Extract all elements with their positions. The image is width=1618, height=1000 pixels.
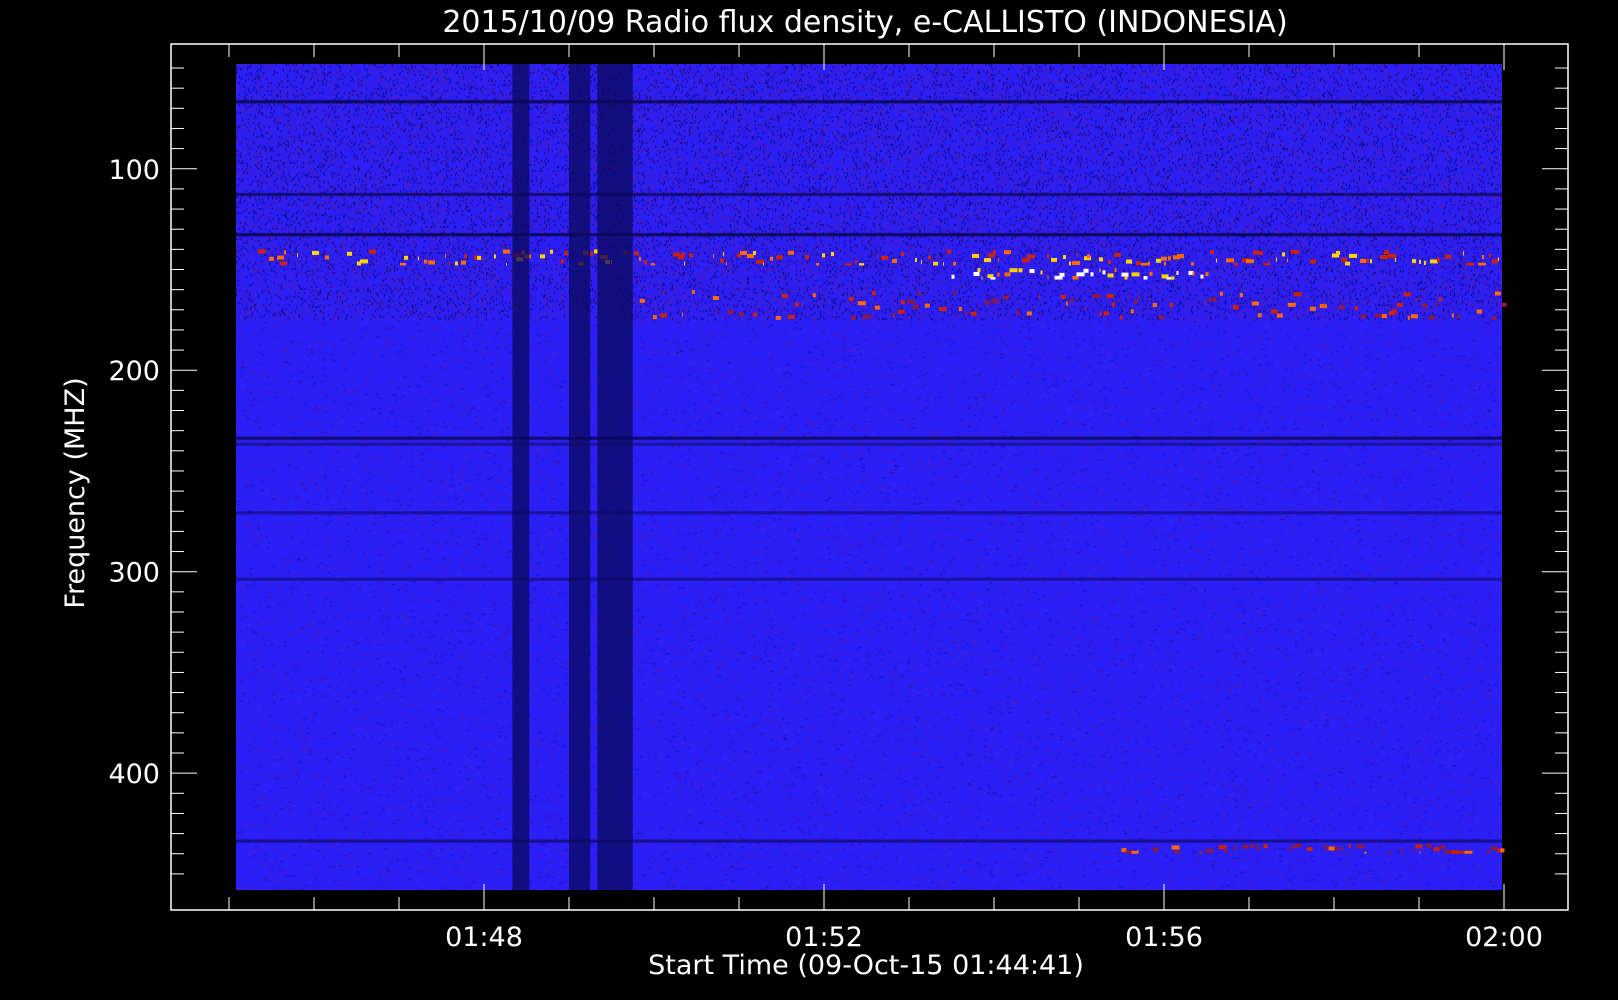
x-tick-label: 01:48 [445, 922, 523, 953]
dark-band-3 [597, 64, 633, 890]
x-tick-label: 02:00 [1465, 922, 1543, 953]
y-tick-label: 100 [108, 155, 160, 186]
y-tick-label: 400 [108, 759, 160, 790]
dark-band-2 [569, 64, 591, 890]
y-tick-label: 200 [108, 356, 160, 387]
chart-title: 2015/10/09 Radio flux density, e-CALLIST… [442, 5, 1287, 40]
x-tick-label: 01:52 [785, 922, 863, 953]
spectrogram-chart: 2015/10/09 Radio flux density, e-CALLIST… [0, 0, 1618, 1000]
x-tick-label: 01:56 [1125, 922, 1203, 953]
spectrogram-raster [236, 64, 1502, 890]
x-axis-label: Start Time (09-Oct-15 01:44:41) [648, 950, 1084, 981]
y-tick-label: 300 [108, 558, 160, 589]
y-axis-label: Frequency (MHZ) [60, 377, 91, 608]
spectrogram-image [236, 64, 1502, 890]
dark-band-1 [512, 64, 530, 890]
